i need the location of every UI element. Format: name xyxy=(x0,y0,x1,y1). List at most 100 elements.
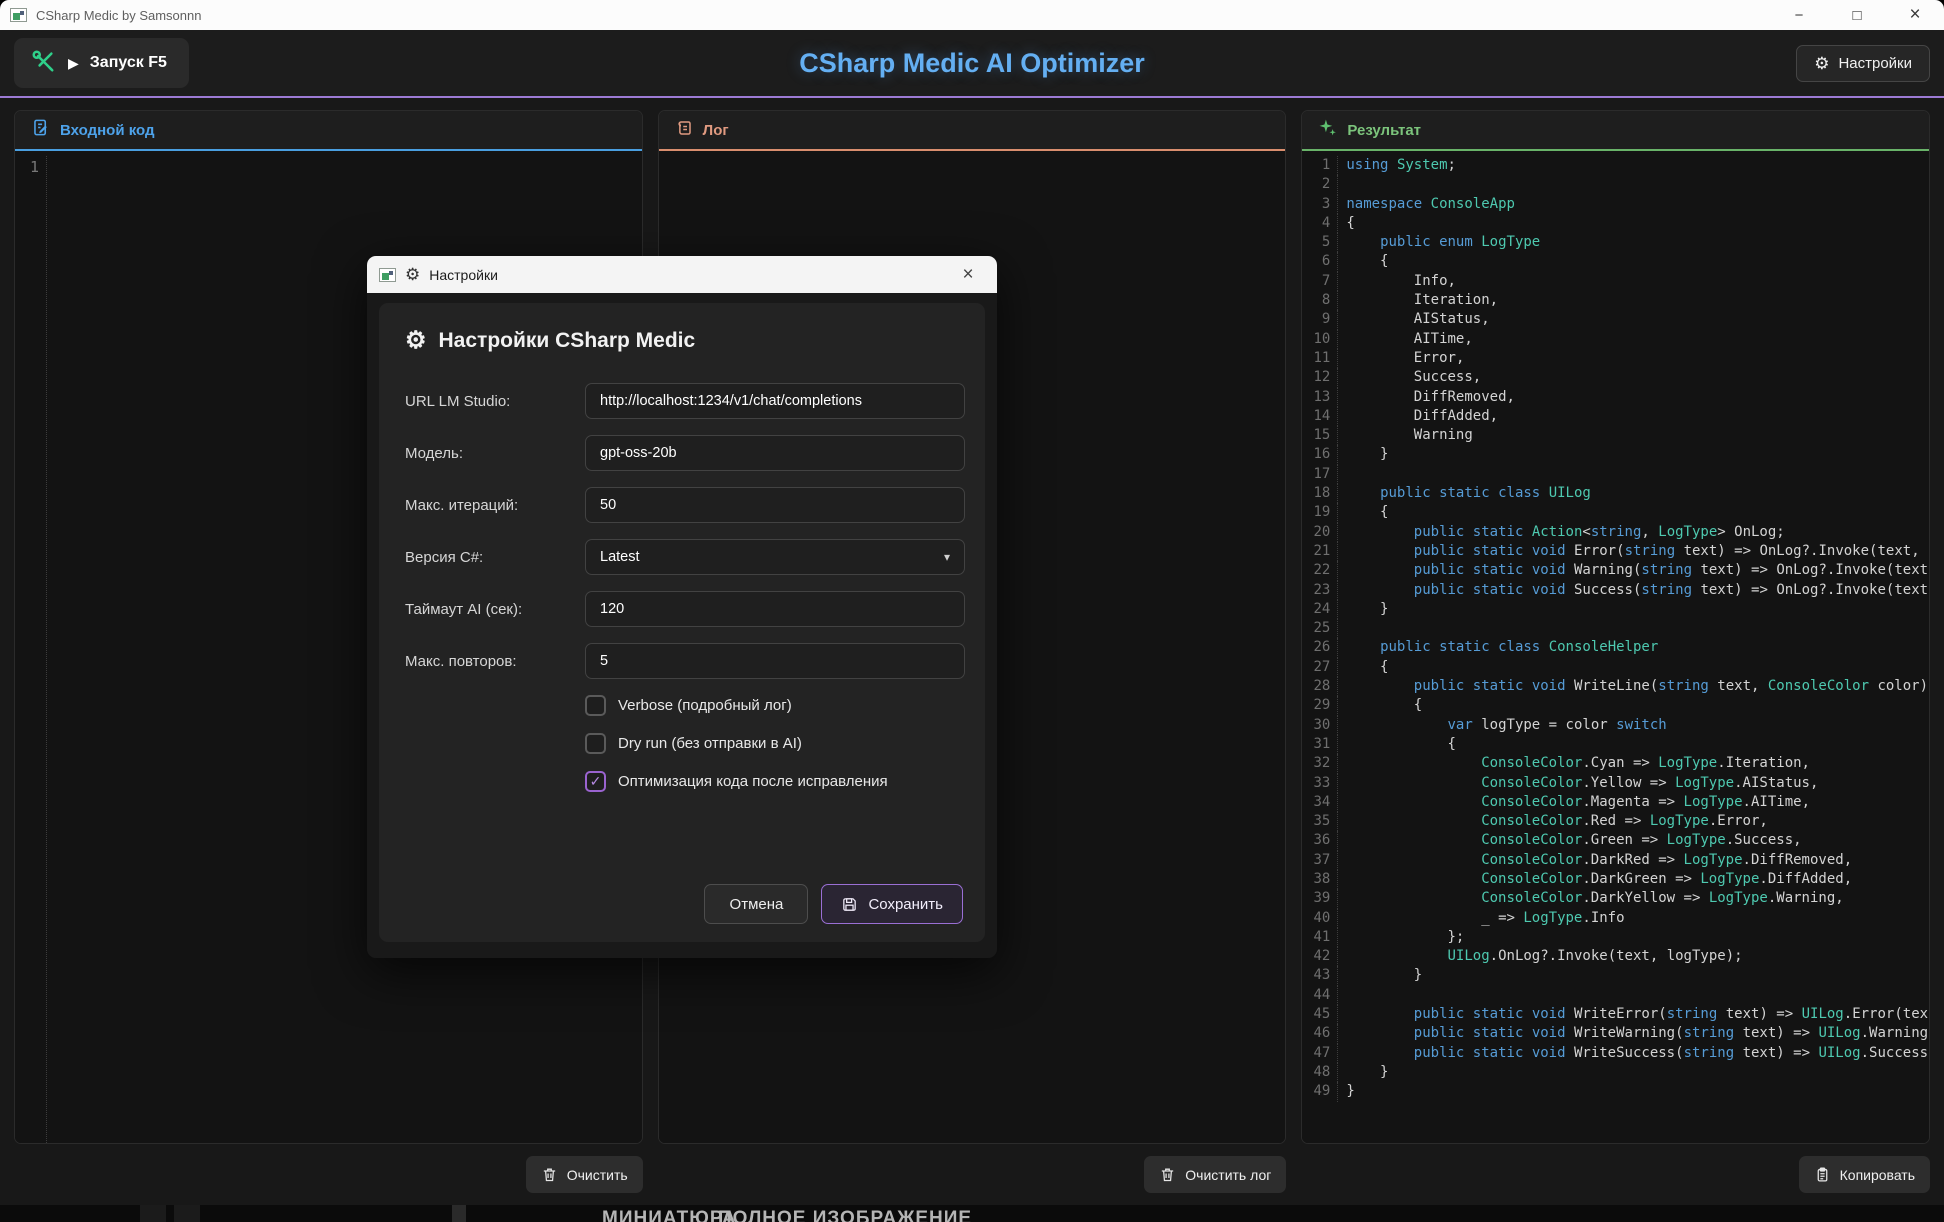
code-line: 15 Warning xyxy=(1302,426,1929,445)
code-line: 38 ConsoleColor.DarkGreen => LogType.Dif… xyxy=(1302,870,1929,889)
floppy-icon xyxy=(841,896,858,913)
field-value: 120 xyxy=(600,601,624,617)
line-number: 47 xyxy=(1302,1044,1338,1063)
line-number: 44 xyxy=(1302,986,1338,1005)
code-line: 32 ConsoleColor.Cyan => LogType.Iteratio… xyxy=(1302,754,1929,773)
code-line: 35 ConsoleColor.Red => LogType.Error, xyxy=(1302,812,1929,831)
field-value: http://localhost:1234/v1/chat/completion… xyxy=(600,393,862,409)
line-number: 37 xyxy=(1302,851,1338,870)
dialog-heading: ⚙ Настройки CSharp Medic xyxy=(405,329,971,353)
field-label-ai-timeout: Таймаут AI (сек): xyxy=(405,601,585,618)
code-line: 18 public static class UILog xyxy=(1302,484,1929,503)
field-model[interactable]: gpt-oss-20b xyxy=(585,435,965,471)
checkbox-row-optimize: ✓Оптимизация кода после исправления xyxy=(585,771,971,792)
field-url-lm-studio[interactable]: http://localhost:1234/v1/chat/completion… xyxy=(585,383,965,419)
code-line: 9 AIStatus, xyxy=(1302,310,1929,329)
copy-result-button[interactable]: Копировать xyxy=(1799,1156,1930,1193)
close-button[interactable]: × xyxy=(1886,0,1944,30)
dialog-close-button[interactable]: × xyxy=(951,264,985,286)
checkbox-verbose[interactable]: ✓ xyxy=(585,695,606,716)
code-line: 43 } xyxy=(1302,966,1929,985)
log-panel-header: Лог xyxy=(659,111,1286,151)
tools-icon xyxy=(30,48,57,78)
code-line: 48 } xyxy=(1302,1063,1929,1082)
settings-field-row: Версия C#:Latest▾ xyxy=(405,539,971,575)
clear-log-button[interactable]: Очистить лог xyxy=(1144,1156,1286,1193)
input-panel-header: Входной код xyxy=(15,111,642,151)
checkbox-optimize[interactable]: ✓ xyxy=(585,771,606,792)
line-number: 17 xyxy=(1302,465,1338,484)
line-number: 8 xyxy=(1302,291,1338,310)
code-line: 24 } xyxy=(1302,600,1929,619)
line-number: 15 xyxy=(1302,426,1338,445)
line-number: 22 xyxy=(1302,561,1338,580)
line-number: 21 xyxy=(1302,542,1338,561)
code-line: 14 DiffAdded, xyxy=(1302,407,1929,426)
field-max-retries[interactable]: 5 xyxy=(585,643,965,679)
result-code-area[interactable]: 1using System;23namespace ConsoleApp4{5 … xyxy=(1302,151,1929,1143)
clear-log-label: Очистить лог xyxy=(1185,1167,1271,1183)
settings-button[interactable]: ⚙ Настройки xyxy=(1796,45,1930,82)
line-number: 13 xyxy=(1302,388,1338,407)
log-panel-title: Лог xyxy=(703,122,729,139)
minimize-button[interactable]: − xyxy=(1770,0,1828,30)
page-title: CSharp Medic AI Optimizer xyxy=(0,48,1944,79)
result-panel: Результат 1using System;23namespace Cons… xyxy=(1301,110,1930,1193)
play-icon: ▶ xyxy=(68,55,79,72)
code-line: 2 xyxy=(1302,175,1929,194)
line-number: 4 xyxy=(1302,214,1338,233)
field-ai-timeout[interactable]: 120 xyxy=(585,591,965,627)
field-value: Latest xyxy=(600,549,640,565)
line-number: 1 xyxy=(15,156,47,1143)
field-value: 50 xyxy=(600,497,616,513)
code-line: 21 public static void Error(string text)… xyxy=(1302,542,1929,561)
line-number: 32 xyxy=(1302,754,1338,773)
line-number: 43 xyxy=(1302,966,1338,985)
line-number: 23 xyxy=(1302,581,1338,600)
document-edit-icon xyxy=(31,118,50,142)
cancel-button[interactable]: Отмена xyxy=(704,884,808,924)
background-tile xyxy=(174,1205,200,1222)
code-line: 6 { xyxy=(1302,252,1929,271)
line-number: 14 xyxy=(1302,407,1338,426)
line-number: 12 xyxy=(1302,368,1338,387)
line-number: 24 xyxy=(1302,600,1338,619)
line-number: 33 xyxy=(1302,774,1338,793)
line-number: 36 xyxy=(1302,831,1338,850)
trash-icon xyxy=(541,1166,558,1183)
run-button[interactable]: ▶ Запуск F5 xyxy=(14,38,189,88)
code-line: 17 xyxy=(1302,465,1929,484)
line-number: 39 xyxy=(1302,889,1338,908)
line-number: 42 xyxy=(1302,947,1338,966)
code-line: 19 { xyxy=(1302,503,1929,522)
code-line: 13 DiffRemoved, xyxy=(1302,388,1929,407)
code-line: 39 ConsoleColor.DarkYellow => LogType.Wa… xyxy=(1302,889,1929,908)
code-line: 25 xyxy=(1302,619,1929,638)
toolbar: ▶ Запуск F5 CSharp Medic AI Optimizer ⚙ … xyxy=(0,30,1944,98)
code-line: 28 public static void WriteLine(string t… xyxy=(1302,677,1929,696)
chevron-down-icon: ▾ xyxy=(944,550,950,564)
app-icon xyxy=(379,268,396,282)
code-line: 12 Success, xyxy=(1302,368,1929,387)
clear-input-button[interactable]: Очистить xyxy=(526,1156,643,1193)
dialog-titlebar[interactable]: ⚙ Настройки × xyxy=(367,256,997,293)
field-csharp-version[interactable]: Latest ▾ xyxy=(585,539,965,575)
checkbox-dry-run[interactable]: ✓ xyxy=(585,733,606,754)
app-icon xyxy=(10,8,27,22)
line-number: 16 xyxy=(1302,445,1338,464)
line-number: 35 xyxy=(1302,812,1338,831)
settings-field-row: Макс. итераций:50 xyxy=(405,487,971,523)
line-number: 49 xyxy=(1302,1082,1338,1101)
line-number: 19 xyxy=(1302,503,1338,522)
settings-dialog: ⚙ Настройки × ⚙ Настройки CSharp Medic U… xyxy=(367,256,997,958)
code-line: 20 public static Action<string, LogType>… xyxy=(1302,523,1929,542)
input-panel-title: Входной код xyxy=(60,122,155,139)
dialog-title: Настройки xyxy=(429,267,498,283)
save-button[interactable]: Сохранить xyxy=(821,884,963,924)
field-max-iterations[interactable]: 50 xyxy=(585,487,965,523)
window-controls: − □ × xyxy=(1770,0,1944,30)
code-line: 8 Iteration, xyxy=(1302,291,1929,310)
result-panel-title: Результат xyxy=(1347,122,1421,139)
code-line: 7 Info, xyxy=(1302,272,1929,291)
maximize-button[interactable]: □ xyxy=(1828,0,1886,30)
